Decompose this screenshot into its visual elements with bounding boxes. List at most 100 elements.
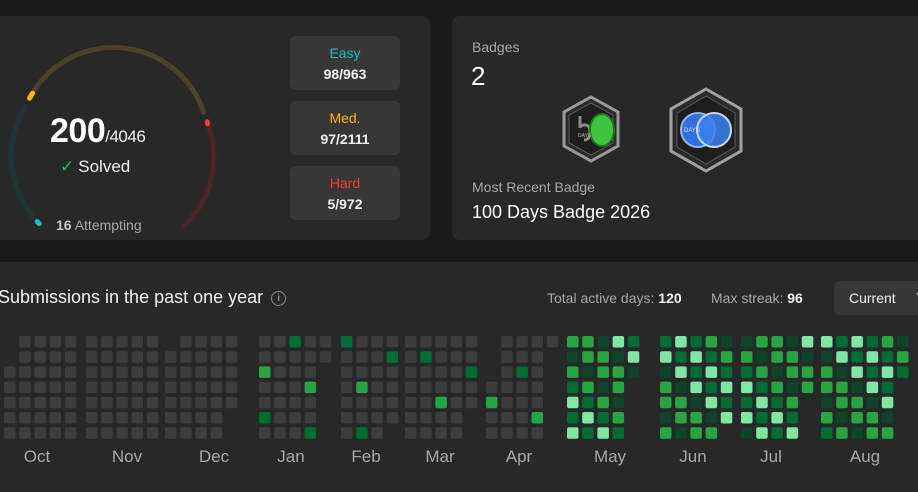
heatmap-cell[interactable] [132,427,144,439]
heatmap-cell[interactable] [211,382,223,394]
heatmap-cell[interactable] [821,351,833,363]
heatmap-cell[interactable] [195,336,207,348]
heatmap-cell[interactable] [405,427,417,439]
heatmap-cell[interactable] [387,336,399,348]
heatmap-cell[interactable] [741,382,753,394]
heatmap-cell[interactable] [532,397,544,409]
heatmap-cell[interactable] [289,366,301,378]
heatmap-cell[interactable] [86,336,98,348]
heatmap-cell[interactable] [721,351,733,363]
heatmap-cell[interactable] [259,382,271,394]
heatmap-cell[interactable] [802,382,814,394]
heatmap-cell[interactable] [836,412,848,424]
heatmap-cell[interactable] [582,336,594,348]
50-days-badge-icon[interactable]: DAYS [558,94,624,164]
heatmap-cell[interactable] [259,366,271,378]
heatmap-cell[interactable] [132,351,144,363]
heatmap-cell[interactable] [690,336,702,348]
heatmap-cell[interactable] [486,397,498,409]
heatmap-cell[interactable] [501,366,513,378]
heatmap-cell[interactable] [116,382,128,394]
heatmap-cell[interactable] [289,397,301,409]
heatmap-cell[interactable] [836,351,848,363]
heatmap-cell[interactable] [501,382,513,394]
heatmap-cell[interactable] [867,427,879,439]
heatmap-cell[interactable] [147,351,159,363]
heatmap-cell[interactable] [4,366,16,378]
heatmap-cell[interactable] [660,382,672,394]
heatmap-cell[interactable] [274,366,286,378]
heatmap-cell[interactable] [690,412,702,424]
heatmap-cell[interactable] [101,427,113,439]
heatmap-cell[interactable] [771,412,783,424]
heatmap-cell[interactable] [756,427,768,439]
heatmap-cell[interactable] [226,366,238,378]
heatmap-cell[interactable] [211,397,223,409]
heatmap-cell[interactable] [547,336,559,348]
heatmap-cell[interactable] [501,351,513,363]
heatmap-cell[interactable] [567,336,579,348]
heatmap-cell[interactable] [435,366,447,378]
heatmap-cell[interactable] [356,351,368,363]
heatmap-cell[interactable] [836,382,848,394]
heatmap-cell[interactable] [706,366,718,378]
heatmap-cell[interactable] [706,382,718,394]
heatmap-cell[interactable] [405,412,417,424]
heatmap-cell[interactable] [787,412,799,424]
heatmap-cell[interactable] [195,397,207,409]
heatmap-cell[interactable] [371,412,383,424]
heatmap-cell[interactable] [802,351,814,363]
heatmap-cell[interactable] [582,351,594,363]
heatmap-cell[interactable] [741,412,753,424]
heatmap-cell[interactable] [756,382,768,394]
heatmap-cell[interactable] [259,351,271,363]
heatmap-cell[interactable] [371,351,383,363]
heatmap-cell[interactable] [690,366,702,378]
heatmap-cell[interactable] [660,397,672,409]
heatmap-cell[interactable] [706,336,718,348]
heatmap-cell[interactable] [435,397,447,409]
heatmap-cell[interactable] [532,351,544,363]
heatmap-cell[interactable] [466,382,478,394]
heatmap-cell[interactable] [582,397,594,409]
heatmap-cell[interactable] [741,427,753,439]
heatmap-cell[interactable] [180,382,192,394]
heatmap-cell[interactable] [882,351,894,363]
heatmap-cell[interactable] [180,412,192,424]
heatmap-cell[interactable] [451,382,463,394]
heatmap-cell[interactable] [341,397,353,409]
info-icon[interactable]: i [271,291,286,306]
heatmap-cell[interactable] [274,382,286,394]
heatmap-cell[interactable] [289,351,301,363]
heatmap-cell[interactable] [116,366,128,378]
heatmap-cell[interactable] [613,336,625,348]
heatmap-cell[interactable] [821,397,833,409]
heatmap-cell[interactable] [116,427,128,439]
heatmap-cell[interactable] [34,397,46,409]
heatmap-cell[interactable] [851,351,863,363]
heatmap-cell[interactable] [756,397,768,409]
heatmap-cell[interactable] [132,382,144,394]
heatmap-cell[interactable] [675,397,687,409]
heatmap-cell[interactable] [516,351,528,363]
heatmap-cell[interactable] [532,427,544,439]
heatmap-cell[interactable] [597,351,609,363]
heatmap-cell[interactable] [34,336,46,348]
heatmap-cell[interactable] [132,366,144,378]
heatmap-cell[interactable] [882,412,894,424]
heatmap-cell[interactable] [660,351,672,363]
heatmap-cell[interactable] [226,351,238,363]
heatmap-cell[interactable] [371,382,383,394]
heatmap-cell[interactable] [420,397,432,409]
heatmap-cell[interactable] [771,382,783,394]
heatmap-cell[interactable] [851,336,863,348]
heatmap-cell[interactable] [371,366,383,378]
heatmap-cell[interactable] [628,351,640,363]
heatmap-cell[interactable] [721,366,733,378]
heatmap-cell[interactable] [821,382,833,394]
heatmap-cell[interactable] [405,382,417,394]
heatmap-cell[interactable] [567,382,579,394]
heatmap-cell[interactable] [821,366,833,378]
heatmap-cell[interactable] [180,336,192,348]
heatmap-cell[interactable] [274,427,286,439]
